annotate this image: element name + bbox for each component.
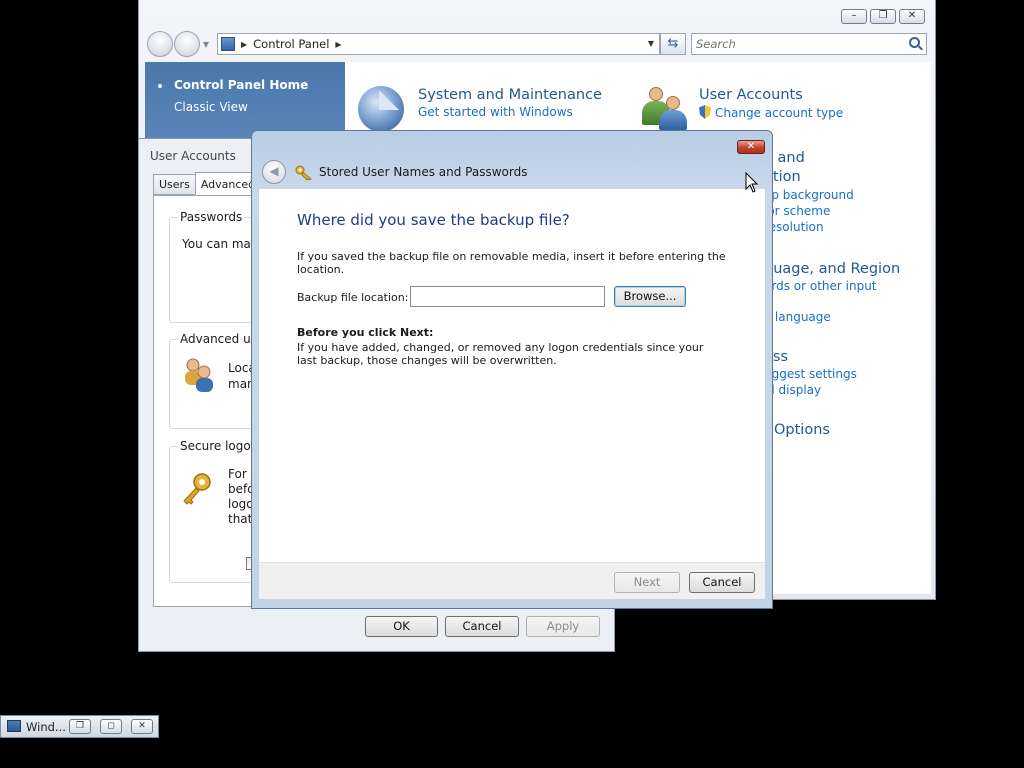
- category-appearance: e and ation op background lor scheme res…: [764, 150, 854, 234]
- backup-location-label: Backup file location:: [297, 291, 409, 304]
- page-title: Where did you save the backup file?: [297, 211, 570, 229]
- next-button[interactable]: Next: [614, 572, 680, 593]
- category-link[interactable]: Get started with Windows: [418, 105, 602, 119]
- category-link-change-account-type[interactable]: Change account type: [699, 105, 843, 120]
- ok-button[interactable]: OK: [365, 616, 438, 637]
- category-ease-of-access: ess uggest settings al display: [764, 349, 857, 397]
- refresh-button[interactable]: ⇆: [660, 33, 686, 55]
- category-link-label[interactable]: Change account type: [715, 106, 843, 120]
- close-button[interactable]: ✕: [899, 9, 925, 24]
- category-system-maintenance: System and Maintenance Get started with …: [418, 87, 602, 119]
- category-additional-options: Options: [774, 422, 830, 438]
- recent-pages-dropdown[interactable]: ▼: [201, 40, 211, 49]
- bullet-icon: [158, 84, 162, 88]
- dialog-title: User Accounts: [150, 149, 236, 163]
- group-text: that: [228, 512, 253, 526]
- key-icon: [183, 473, 211, 505]
- stored-passwords-dialog: ✕ ◀ Stored User Names and Passwords Wher…: [251, 130, 773, 609]
- tab-users[interactable]: Users: [153, 174, 196, 195]
- sidebar-item-classic-view[interactable]: Classic View: [174, 100, 248, 114]
- search-input[interactable]: [696, 37, 896, 51]
- category-link[interactable]: uggest settings: [764, 367, 857, 381]
- category-link[interactable]: resolution: [764, 220, 854, 234]
- category-title[interactable]: Options: [774, 422, 830, 438]
- dialog-title: Stored User Names and Passwords: [319, 165, 528, 179]
- category-title[interactable]: e and: [764, 150, 854, 166]
- maximize-button[interactable]: ◻: [100, 719, 122, 734]
- sidebar-item-control-panel-home[interactable]: Control Panel Home: [174, 78, 308, 92]
- category-title[interactable]: guage, and Region: [764, 261, 900, 277]
- browse-button[interactable]: Browse...: [614, 286, 686, 307]
- backup-location-input[interactable]: [410, 286, 605, 307]
- maximize-button[interactable]: ❐: [870, 9, 896, 24]
- back-arrow-icon[interactable]: ◀: [262, 160, 286, 184]
- minimize-button[interactable]: –: [841, 9, 867, 24]
- system-maintenance-icon[interactable]: [358, 86, 404, 132]
- group-text: logo: [228, 497, 254, 511]
- nav-buttons: ▼: [147, 31, 211, 57]
- back-button[interactable]: [147, 31, 173, 57]
- category-link[interactable]: y language: [764, 310, 900, 324]
- minimized-window-label[interactable]: Wind...: [26, 720, 66, 734]
- key-icon: [295, 165, 312, 181]
- control-panel-icon: [221, 37, 235, 51]
- users-icon: [185, 358, 213, 392]
- intro-text-line2: location.: [297, 263, 345, 276]
- user-accounts-icon[interactable]: [639, 84, 689, 130]
- window-icon: [7, 720, 21, 732]
- warning-text-line2: last backup, those changes will be overw…: [297, 354, 557, 367]
- cancel-button[interactable]: Cancel: [689, 572, 755, 593]
- cancel-button[interactable]: Cancel: [445, 616, 519, 637]
- category-title[interactable]: ation: [764, 169, 854, 185]
- before-next-heading: Before you click Next:: [297, 326, 434, 339]
- caption-buttons: – ❐ ✕: [841, 9, 925, 24]
- minimized-window[interactable]: Wind... ❐ ◻ ✕: [0, 715, 159, 738]
- category-link[interactable]: ards or other input: [764, 279, 900, 293]
- category-title[interactable]: System and Maintenance: [418, 87, 602, 103]
- warning-text-line1: If you have added, changed, or removed a…: [297, 341, 704, 354]
- forward-button[interactable]: [174, 31, 200, 57]
- group-label: Secure logon: [178, 439, 261, 453]
- wizard-body: Where did you save the backup file? If y…: [259, 189, 765, 562]
- group-label: Passwords: [178, 210, 245, 224]
- category-link[interactable]: op background: [764, 188, 854, 202]
- category-user-accounts: User Accounts Change account type: [699, 87, 843, 120]
- intro-text-line1: If you saved the backup file on removabl…: [297, 250, 726, 263]
- uac-shield-icon: [699, 105, 711, 119]
- apply-button[interactable]: Apply: [526, 616, 600, 637]
- category-language-region: guage, and Region ards or other input y …: [764, 261, 900, 324]
- breadcrumb-control-panel[interactable]: Control Panel: [253, 37, 329, 51]
- category-title[interactable]: User Accounts: [699, 87, 843, 103]
- wizard-footer: Next Cancel: [259, 562, 765, 599]
- breadcrumb-arrow-icon[interactable]: ▶: [335, 40, 341, 49]
- search-box[interactable]: [691, 33, 927, 55]
- restore-button[interactable]: ❐: [69, 719, 91, 734]
- tab-strip: Users Advanced: [153, 172, 262, 195]
- category-title[interactable]: ess: [764, 349, 857, 365]
- close-button[interactable]: ✕: [737, 140, 765, 154]
- address-bar[interactable]: ▶ Control Panel ▶ ▼: [217, 33, 660, 55]
- search-icon[interactable]: [909, 37, 920, 48]
- close-button[interactable]: ✕: [131, 719, 153, 734]
- category-link[interactable]: al display: [764, 383, 857, 397]
- group-text: You can man: [182, 237, 259, 251]
- category-link[interactable]: lor scheme: [764, 204, 854, 218]
- chevron-down-icon[interactable]: ▼: [648, 39, 654, 48]
- mouse-cursor-icon: [745, 172, 759, 193]
- breadcrumb-arrow-icon[interactable]: ▶: [241, 40, 247, 49]
